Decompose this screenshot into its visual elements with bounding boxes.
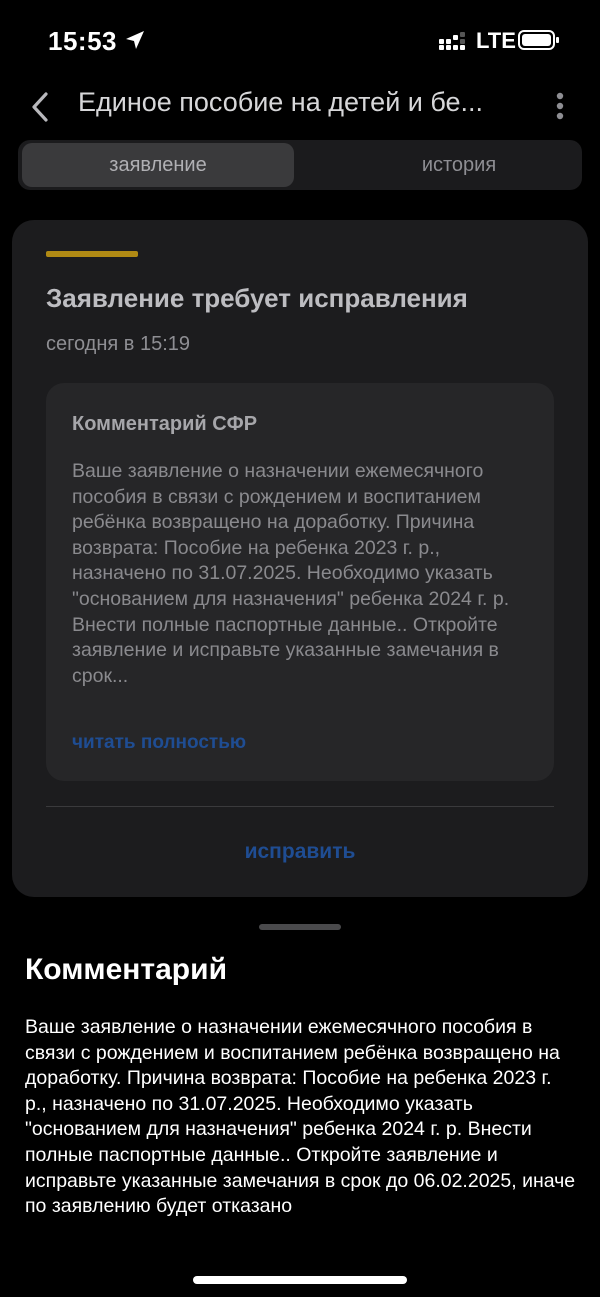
sheet-title: Комментарий (25, 953, 228, 986)
read-more-link[interactable]: читать полностью (72, 732, 246, 754)
battery-icon (518, 30, 559, 50)
segmented-tabs: заявление история (18, 140, 582, 190)
status-date: сегодня в 15:19 (46, 333, 190, 355)
location-arrow-icon (126, 31, 144, 49)
tab-history[interactable]: история (318, 143, 600, 187)
comment-text: Ваше заявление о назначении ежемесячного… (72, 460, 510, 687)
status-accent-bar (46, 251, 138, 257)
tab-application[interactable]: заявление (22, 143, 294, 187)
sheet-drag-handle[interactable] (259, 924, 341, 930)
more-vertical-icon[interactable] (546, 90, 574, 124)
home-indicator[interactable] (193, 1276, 407, 1284)
network-type: LTE (476, 28, 516, 53)
back-chevron-icon[interactable] (26, 88, 56, 126)
sheet-comment-text: Ваше заявление о назначении ежемесячного… (25, 1016, 576, 1218)
comment-title: Комментарий СФР (72, 413, 258, 435)
status-time: 15:53 (48, 26, 117, 56)
divider (46, 806, 554, 807)
status-heading: Заявление требует исправления (46, 283, 468, 313)
page-title: Единое пособие на детей и бе... (78, 87, 484, 117)
signal-icon (439, 32, 465, 50)
status-bar: 15:53 LTE (0, 0, 600, 80)
application-status-card: Заявление требует исправления сегодня в … (12, 220, 588, 897)
fix-button[interactable]: исправить (12, 840, 588, 864)
comment-box: Комментарий СФР Ваше заявление о назначе… (46, 383, 554, 781)
